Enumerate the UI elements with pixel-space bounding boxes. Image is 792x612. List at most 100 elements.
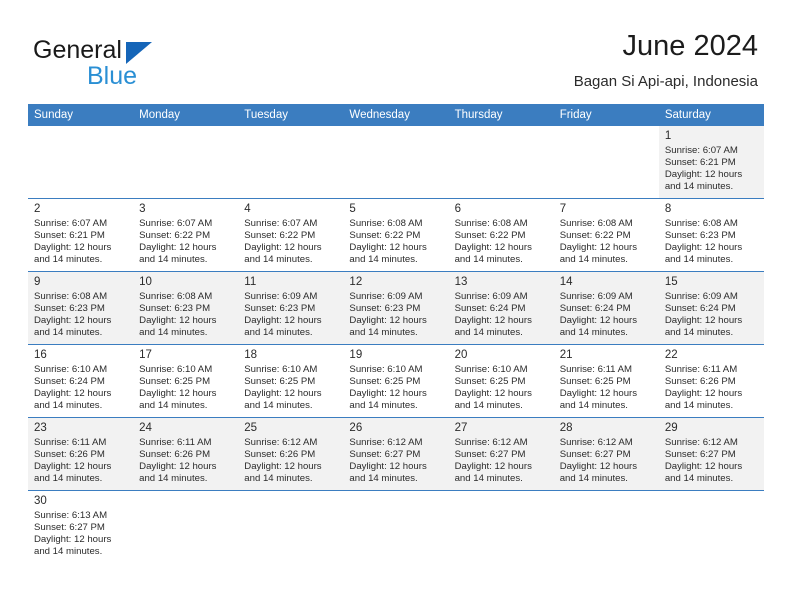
day-daylight-line1-text: Daylight: 12 hours — [559, 388, 638, 400]
day-daylight-line2-text: and 14 minutes. — [34, 400, 103, 412]
calendar-day-cell[interactable]: 5 Sunrise: 6:08 AM Sunset: 6:22 PM Daylight… — [343, 198, 449, 272]
day-daylight-line2-text: and 14 minutes. — [559, 400, 628, 412]
triangle-icon — [126, 42, 152, 64]
day-daylight-line2-text: and 14 minutes. — [664, 181, 734, 193]
title-block: June 2024 Bagan Si Api-api, Indonesia — [574, 28, 758, 93]
day-sunset-text: Sunset: 6:22 PM — [454, 230, 526, 242]
calendar-day-cell[interactable]: 21 Sunrise: 6:11 AM Sunset: 6:25 PM Dayligh… — [553, 344, 659, 418]
weekday-header-monday: Monday — [133, 104, 239, 126]
calendar-empty-cell — [343, 126, 449, 199]
day-daylight-line1-text: Daylight: 12 hours — [34, 388, 112, 400]
calendar-page: General Blue June 2024 Bagan Si Api-api,… — [0, 0, 792, 612]
day-number: 22 — [664, 349, 678, 361]
day-daylight-line2-text: and 14 minutes. — [349, 327, 418, 339]
day-daylight-line1-text: Daylight: 12 hours — [244, 242, 322, 254]
day-daylight-line1-text: Daylight: 12 hours — [664, 242, 743, 254]
calendar-day-cell[interactable]: 19 Sunrise: 6:10 AM Sunset: 6:25 PM Dayligh… — [343, 344, 449, 418]
calendar-day-cell[interactable]: 6 Sunrise: 6:08 AM Sunset: 6:22 PM Daylight… — [448, 198, 554, 272]
day-details: Sunrise: 6:08 AM Sunset: 6:23 PM Daylight:… — [659, 218, 764, 266]
calendar-day-cell[interactable]: 29 Sunrise: 6:12 AM Sunset: 6:27 PM Dayligh… — [658, 417, 764, 491]
day-daylight-line1-text: Daylight: 12 hours — [349, 388, 427, 400]
day-number: 21 — [559, 349, 573, 361]
day-number: 15 — [664, 276, 678, 288]
calendar-day-cell[interactable]: 27 Sunrise: 6:12 AM Sunset: 6:27 PM Dayligh… — [448, 417, 554, 491]
day-sunrise-text: Sunrise: 6:12 AM — [664, 437, 738, 448]
day-sunset-text: Sunset: 6:26 PM — [139, 449, 211, 461]
page-header: General Blue June 2024 Bagan Si Api-api,… — [0, 0, 792, 104]
day-number: 16 — [34, 349, 47, 361]
day-daylight-line1-text: Daylight: 12 hours — [139, 388, 217, 400]
calendar-day-cell[interactable]: 14 Sunrise: 6:09 AM Sunset: 6:24 PM Dayligh… — [553, 271, 659, 345]
day-sunset-text: Sunset: 6:22 PM — [559, 230, 631, 242]
day-sunset-text: Sunset: 6:23 PM — [139, 303, 211, 315]
calendar-day-cell[interactable]: 7 Sunrise: 6:08 AM Sunset: 6:22 PM Daylight… — [553, 198, 659, 272]
day-daylight-line1-text: Daylight: 12 hours — [34, 315, 112, 327]
day-number: 24 — [139, 422, 152, 434]
calendar-empty-cell — [553, 126, 659, 199]
day-sunrise-text: Sunrise: 6:10 AM — [349, 364, 423, 375]
day-daylight-line2-text: and 14 minutes. — [349, 473, 418, 485]
calendar-day-cell[interactable]: 22 Sunrise: 6:11 AM Sunset: 6:26 PM Dayligh… — [658, 344, 764, 418]
calendar-day-cell[interactable]: 24 Sunrise: 6:11 AM Sunset: 6:26 PM Dayligh… — [133, 417, 239, 491]
calendar-day-cell[interactable]: 3 Sunrise: 6:07 AM Sunset: 6:22 PM Daylight… — [133, 198, 239, 272]
calendar-day-cell[interactable]: 25 Sunrise: 6:12 AM Sunset: 6:26 PM Dayligh… — [238, 417, 344, 491]
brand-name-general: General — [33, 36, 122, 64]
day-daylight-line1-text: Daylight: 12 hours — [664, 461, 743, 473]
day-details: Sunrise: 6:12 AM Sunset: 6:27 PM Daylight:… — [343, 437, 448, 485]
day-sunset-text: Sunset: 6:25 PM — [349, 376, 421, 388]
calendar-day-cell[interactable]: 23 Sunrise: 6:11 AM Sunset: 6:26 PM Dayligh… — [28, 417, 134, 491]
day-details: Sunrise: 6:10 AM Sunset: 6:25 PM Daylight:… — [133, 364, 238, 412]
calendar-day-cell[interactable]: 2 Sunrise: 6:07 AM Sunset: 6:21 PM Daylight… — [28, 198, 134, 272]
day-daylight-line1-text: Daylight: 12 hours — [559, 242, 638, 254]
brand-logo[interactable]: General Blue — [33, 36, 203, 92]
day-details: Sunrise: 6:10 AM Sunset: 6:24 PM Daylight:… — [28, 364, 133, 412]
weekday-header-tuesday: Tuesday — [238, 104, 344, 126]
day-sunrise-text: Sunrise: 6:08 AM — [34, 291, 108, 302]
calendar-day-cell[interactable]: 20 Sunrise: 6:10 AM Sunset: 6:25 PM Dayligh… — [448, 344, 554, 418]
day-sunrise-text: Sunrise: 6:08 AM — [139, 291, 213, 302]
calendar-day-cell[interactable]: 15 Sunrise: 6:09 AM Sunset: 6:24 PM Dayligh… — [658, 271, 764, 345]
day-daylight-line1-text: Daylight: 12 hours — [244, 461, 322, 473]
calendar-day-cell[interactable]: 9 Sunrise: 6:08 AM Sunset: 6:23 PM Daylight… — [28, 271, 134, 345]
day-number: 18 — [244, 349, 258, 361]
day-sunrise-text: Sunrise: 6:09 AM — [244, 291, 318, 302]
day-sunset-text: Sunset: 6:24 PM — [664, 303, 736, 315]
calendar-day-cell[interactable]: 1 Sunrise: 6:07 AM Sunset: 6:21 PM Daylight… — [658, 126, 764, 199]
day-daylight-line1-text: Daylight: 12 hours — [559, 315, 638, 327]
day-sunrise-text: Sunrise: 6:10 AM — [34, 364, 108, 375]
day-details: Sunrise: 6:09 AM Sunset: 6:24 PM Daylight:… — [449, 291, 554, 339]
weekday-header-friday: Friday — [553, 104, 659, 126]
day-details: Sunrise: 6:09 AM Sunset: 6:23 PM Daylight:… — [238, 291, 343, 339]
calendar-day-cell[interactable]: 12 Sunrise: 6:09 AM Sunset: 6:23 PM Dayligh… — [343, 271, 449, 345]
day-daylight-line1-text: Daylight: 12 hours — [664, 315, 743, 327]
calendar-day-cell[interactable]: 16 Sunrise: 6:10 AM Sunset: 6:24 PM Dayligh… — [28, 344, 134, 418]
calendar-empty-cell — [133, 491, 238, 564]
day-daylight-line1-text: Daylight: 12 hours — [349, 242, 427, 254]
calendar-day-cell[interactable]: 26 Sunrise: 6:12 AM Sunset: 6:27 PM Dayligh… — [343, 417, 449, 491]
day-daylight-line1-text: Daylight: 12 hours — [139, 461, 217, 473]
day-daylight-line2-text: and 14 minutes. — [244, 327, 313, 339]
calendar-day-cell[interactable]: 11 Sunrise: 6:09 AM Sunset: 6:23 PM Dayligh… — [238, 271, 344, 345]
day-details: Sunrise: 6:07 AM Sunset: 6:22 PM Daylight:… — [133, 218, 238, 266]
day-sunset-text: Sunset: 6:27 PM — [664, 449, 736, 461]
day-details: Sunrise: 6:10 AM Sunset: 6:25 PM Daylight:… — [343, 364, 448, 412]
calendar-day-cell[interactable]: 30 Sunrise: 6:13 AM Sunset: 6:27 PM Dayligh… — [28, 490, 134, 563]
calendar-day-cell[interactable]: 28 Sunrise: 6:12 AM Sunset: 6:27 PM Dayligh… — [553, 417, 659, 491]
calendar-day-cell[interactable]: 17 Sunrise: 6:10 AM Sunset: 6:25 PM Dayligh… — [133, 344, 239, 418]
calendar-day-cell[interactable]: 8 Sunrise: 6:08 AM Sunset: 6:23 PM Daylight… — [658, 198, 764, 272]
day-number: 10 — [139, 276, 152, 288]
day-sunset-text: Sunset: 6:21 PM — [664, 157, 736, 169]
day-details: Sunrise: 6:10 AM Sunset: 6:25 PM Daylight:… — [238, 364, 343, 412]
day-number: 28 — [559, 422, 573, 434]
day-sunrise-text: Sunrise: 6:09 AM — [454, 291, 528, 302]
calendar-day-cell[interactable]: 10 Sunrise: 6:08 AM Sunset: 6:23 PM Dayligh… — [133, 271, 239, 345]
day-sunrise-text: Sunrise: 6:11 AM — [139, 437, 212, 448]
day-daylight-line2-text: and 14 minutes. — [34, 473, 103, 485]
calendar-day-cell[interactable]: 13 Sunrise: 6:09 AM Sunset: 6:24 PM Dayligh… — [448, 271, 554, 345]
calendar-day-cell[interactable]: 4 Sunrise: 6:07 AM Sunset: 6:22 PM Daylight… — [238, 198, 344, 272]
day-details: Sunrise: 6:13 AM Sunset: 6:27 PM Daylight:… — [28, 510, 133, 558]
calendar-day-cell[interactable]: 18 Sunrise: 6:10 AM Sunset: 6:25 PM Dayligh… — [238, 344, 344, 418]
day-daylight-line1-text: Daylight: 12 hours — [454, 461, 532, 473]
day-number: 14 — [559, 276, 573, 288]
calendar-empty-cell — [449, 491, 554, 564]
